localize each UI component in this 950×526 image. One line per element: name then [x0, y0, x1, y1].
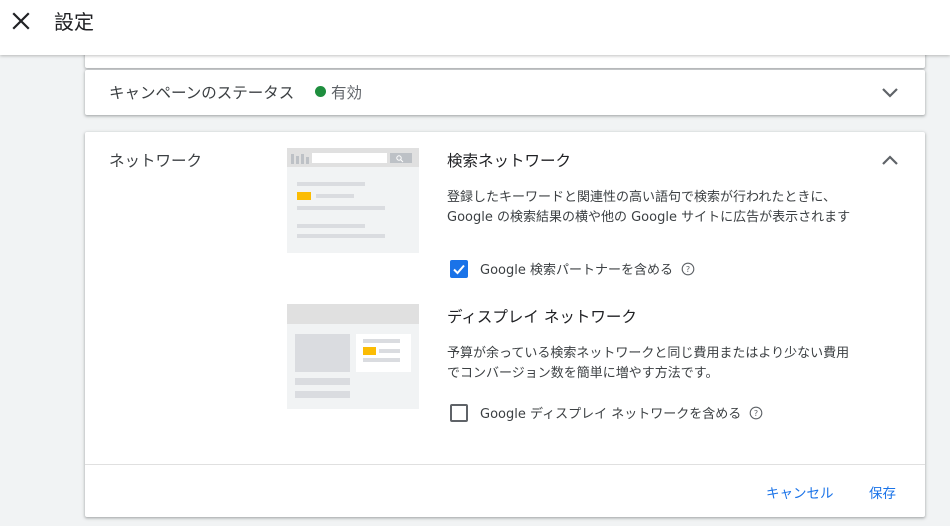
campaign-status-section[interactable]: キャンペーンのステータス 有効 [85, 70, 925, 115]
campaign-status-label: キャンペーンのステータス [109, 84, 295, 102]
search-partners-checkbox[interactable] [450, 259, 468, 278]
search-network-illustration [287, 148, 419, 253]
chevron-up-icon [882, 155, 898, 165]
expand-button[interactable] [879, 81, 901, 103]
divider [85, 464, 925, 465]
search-network-title: 検索ネットワーク [447, 152, 572, 170]
help-icon[interactable]: ? [749, 406, 763, 420]
top-bar: 設定 [0, 0, 950, 55]
status-dot-icon [315, 86, 326, 97]
campaign-status-value: 有効 [331, 84, 363, 102]
collapse-button[interactable] [879, 149, 901, 171]
display-network-checkbox-row[interactable]: Google ディスプレイ ネットワークを含める ? [450, 403, 763, 422]
display-network-description: 予算が余っている検索ネットワークと同じ費用またはより少ない費用でコンバージョン数… [447, 346, 850, 381]
chevron-down-icon [882, 88, 898, 98]
close-icon [12, 12, 30, 30]
cancel-button[interactable]: キャンセル [766, 482, 834, 502]
checkmark-icon [453, 264, 465, 274]
network-label: ネットワーク [109, 152, 203, 170]
svg-text:?: ? [754, 409, 758, 418]
save-button[interactable]: 保存 [869, 482, 896, 502]
display-network-illustration [287, 304, 419, 409]
close-button[interactable] [8, 8, 34, 34]
search-partners-checkbox-row[interactable]: Google 検索パートナーを含める ? [450, 259, 695, 278]
help-icon[interactable]: ? [681, 262, 695, 276]
display-network-title: ディスプレイ ネットワーク [447, 308, 637, 326]
search-network-description: 登録したキーワードと関連性の高い語句で検索が行われたときに、Google の検索… [447, 190, 851, 225]
page-title: 設定 [54, 10, 94, 34]
display-network-label: Google ディスプレイ ネットワークを含める [480, 407, 742, 422]
search-partners-label: Google 検索パートナーを含める [480, 263, 673, 278]
svg-text:?: ? [686, 265, 690, 274]
network-section: ネットワーク 検索ネットワーク 登録したキーワードと関連性の高い語句で検索が行わ… [85, 132, 925, 517]
display-network-checkbox[interactable] [450, 403, 468, 422]
